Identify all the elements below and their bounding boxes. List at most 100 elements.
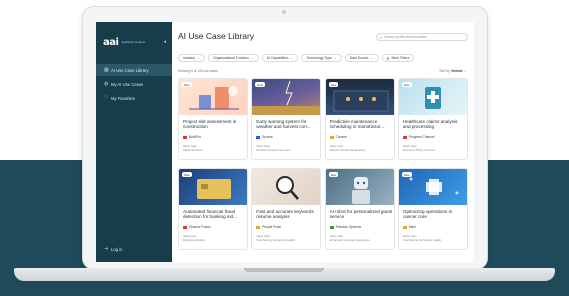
use-case-card[interactable]: New Automated financial fraud detection …: [178, 168, 248, 250]
card-meta: Value Gain Insurance Policy Services: [402, 144, 435, 152]
card-company: Finance Fusion: [183, 225, 211, 229]
use-case-card[interactable]: New Project risk assessment in construct…: [178, 78, 248, 160]
card-meta: Value Gain Cost Saving, Enhanced Quality: [256, 234, 296, 242]
company-name: Robotics Systems: [335, 225, 362, 229]
card-company: Sunera: [256, 135, 273, 139]
flag-icon: [183, 135, 187, 139]
chevron-down-icon: ⌄: [290, 56, 294, 60]
login-button[interactable]: ⇥ Log in: [104, 246, 122, 252]
card-company: BuildPro: [183, 135, 201, 139]
more-filters-button[interactable]: ⚲ More Filters: [381, 54, 415, 62]
card-company: People Pulse: [256, 225, 281, 229]
filter-label: Industry: [183, 56, 196, 60]
app-logo[interactable]: aai appliedAI Institute: [103, 37, 147, 48]
card-thumbnail: [252, 169, 321, 205]
new-badge: New: [401, 82, 412, 87]
filter-data-source[interactable]: Data Source ⌄: [344, 54, 379, 62]
filter-organizational-function[interactable]: Organizational Function ⌄: [208, 54, 259, 62]
card-meta: Value Gain Cost Saving, Enhanced Quality: [402, 234, 442, 242]
company-name: Chrome: [335, 135, 347, 139]
meta-value: Enhanced Customer Experience: [329, 237, 370, 242]
sidebar-item-label: My Favorites: [111, 95, 135, 101]
card-meta: Value Gain Machine Model Maintenance: [330, 144, 366, 152]
filter-bar: Industry ⌄ Organizational Function ⌄ AI Ca…: [178, 54, 415, 62]
card-company: Robotics Systems: [329, 225, 362, 229]
card-thumbnail: New: [179, 169, 247, 205]
flag-icon: [329, 135, 334, 139]
laptop-notch: [244, 268, 324, 272]
card-thumbnail: New: [398, 169, 467, 205]
card-title: Early warning system for weather and har…: [256, 119, 311, 130]
filter-technology-type[interactable]: Technology Type ⌄: [301, 54, 342, 62]
new-badge: New: [255, 82, 265, 87]
company-name: Mavi: [408, 225, 416, 229]
filter-label: Technology Type: [306, 56, 332, 60]
filter-label: Data Source: [349, 56, 369, 60]
card-title: Fast and accurate keywords resume analys…: [256, 209, 314, 220]
card-thumbnail: New: [325, 79, 394, 115]
card-thumbnail: New: [252, 79, 321, 115]
card-meta: Value Gain Digital Services: [183, 144, 202, 152]
card-meta: Value Gain Enhanced Customer Experience: [329, 234, 370, 242]
meta-value: Insurance Policy Services: [402, 147, 435, 152]
magnifier-illustration: [276, 176, 300, 200]
heart-icon: ♡: [104, 95, 109, 101]
sidebar-item-library[interactable]: ▦ AI Use Case Library: [96, 64, 172, 76]
use-case-card[interactable]: Fast and accurate keywords resume analys…: [251, 168, 322, 250]
search-placeholder: Search by title and description: [384, 35, 427, 39]
main-content: AI Use Case Library ⌕ Search by title an…: [172, 22, 474, 262]
new-badge: New: [182, 172, 192, 177]
chevron-down-icon: ⌄: [463, 69, 466, 73]
company-name: Sunera: [262, 135, 273, 139]
card-company: Mavi: [402, 225, 416, 229]
results-count: Showing 8 of 135 use cases: [178, 69, 218, 73]
use-case-card[interactable]: New Healthcare claims analysis and proce…: [397, 78, 468, 160]
meta-value: Enhanced Quality: [183, 237, 206, 242]
company-name: People Pulse: [262, 225, 282, 229]
grid-icon: ▦: [104, 67, 109, 73]
search-input[interactable]: ⌕ Search by title and description: [376, 33, 468, 41]
login-label: Log in: [111, 246, 123, 252]
filter-industry[interactable]: Industry ⌄: [178, 54, 205, 62]
card-title: Predictive maintenance scheduling in man…: [329, 119, 385, 130]
more-filters-label: More Filters: [391, 56, 410, 60]
card-title: Automated financial fraud detection for …: [183, 209, 237, 220]
sort-control[interactable]: Sort by: Newest ⌄: [439, 69, 466, 73]
sidebar-item-label: AI Use Case Library: [111, 67, 149, 73]
sidebar-item-my-use-cases[interactable]: ◍ My AI Use Cases: [96, 78, 172, 90]
use-case-card[interactable]: New AI robot for personalized guest serv…: [324, 168, 395, 250]
meta-value: Cost Saving, Enhanced Quality: [402, 237, 442, 242]
chevron-down-icon: ⌄: [250, 56, 254, 60]
search-icon: ⌕: [380, 34, 383, 40]
logo-text: appliedAI Institute: [121, 39, 146, 44]
app-screen: aai appliedAI Institute ◂ ▦ AI Use Case …: [96, 22, 474, 262]
use-case-card[interactable]: New Predictive maintenance scheduling in…: [324, 78, 395, 160]
filter-ai-capabilities[interactable]: AI Capabilities ⌄: [261, 54, 299, 62]
card-title: Optimizing operations in cancer care: [402, 209, 453, 220]
meta-value: Cost Saving, Enhanced Quality: [256, 237, 296, 242]
filter-label: Organizational Function: [213, 56, 249, 60]
new-badge: New: [401, 172, 412, 177]
card-thumbnail: New: [179, 79, 247, 115]
logo-mark: aai: [103, 37, 119, 48]
camera-dot: [282, 10, 286, 14]
flag-icon: [256, 135, 261, 139]
use-case-card[interactable]: New Optimizing operations in cancer care…: [397, 168, 468, 250]
flag-icon: [402, 135, 407, 139]
card-company: Chrome: [329, 135, 347, 139]
use-case-grid: New Project risk assessment in construct…: [178, 78, 468, 250]
filter-label: AI Capabilities: [266, 56, 289, 60]
new-badge: New: [328, 82, 339, 87]
chevron-down-icon: ⌄: [333, 56, 337, 60]
sidebar-item-favorites[interactable]: ♡ My Favorites: [96, 92, 172, 104]
card-thumbnail: New: [398, 79, 467, 115]
page-title: AI Use Case Library: [178, 31, 255, 41]
use-case-card[interactable]: New Early warning system for weather and…: [251, 78, 322, 160]
sort-label: Sort by:: [439, 69, 451, 73]
chevron-down-icon: ⌄: [370, 56, 374, 60]
card-title: AI robot for personalized guest service: [329, 209, 393, 220]
sidebar-item-label: My AI Use Cases: [111, 81, 144, 87]
collapse-icon[interactable]: ◂: [163, 39, 166, 45]
card-meta: Value Gain Weather Forecast Services: [256, 144, 290, 152]
company-name: Progress Channel: [408, 135, 435, 139]
